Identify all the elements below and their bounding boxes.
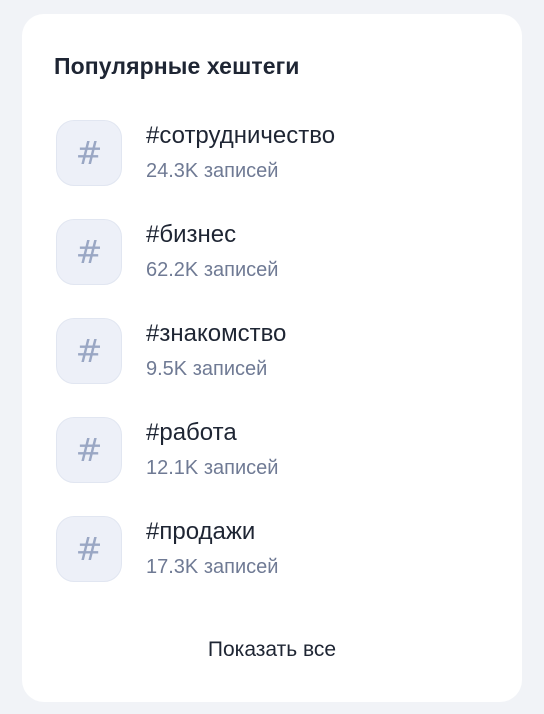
hashtag-post-count: 62.2K записей <box>146 259 279 281</box>
popular-hashtags-card: Популярные хештеги # #сотрудничество 24.… <box>22 14 522 702</box>
hashtag-item[interactable]: # #продажи 17.3K записей <box>54 516 522 582</box>
hashtag-icon: # <box>56 318 122 384</box>
hash-glyph: # <box>75 233 103 271</box>
hash-glyph: # <box>75 530 103 568</box>
hash-glyph: # <box>75 431 103 469</box>
show-all-button[interactable]: Показать все <box>22 636 522 664</box>
hashtag-item[interactable]: # #работа 12.1K записей <box>54 417 522 483</box>
hashtag-icon: # <box>56 219 122 285</box>
hashtag-label: #знакомство <box>146 320 287 347</box>
hashtag-post-count: 24.3K записей <box>146 160 279 182</box>
hashtag-icon: # <box>56 516 122 582</box>
hashtag-post-count: 17.3K записей <box>146 556 279 578</box>
hashtag-post-count: 12.1K записей <box>146 457 279 479</box>
hash-glyph: # <box>75 332 103 370</box>
hashtag-item[interactable]: # #сотрудничество 24.3K записей <box>54 120 522 186</box>
hashtag-label: #работа <box>146 419 237 446</box>
hashtag-post-count: 9.5K записей <box>146 358 268 380</box>
hashtag-label: #продажи <box>146 518 256 545</box>
hashtag-label: #сотрудничество <box>146 122 336 149</box>
hash-glyph: # <box>75 134 103 172</box>
hashtag-list: # #сотрудничество 24.3K записей # #бизне… <box>54 120 522 582</box>
hashtag-item[interactable]: # #знакомство 9.5K записей <box>54 318 522 384</box>
hashtag-icon: # <box>56 417 122 483</box>
hashtag-icon: # <box>56 120 122 186</box>
hashtag-label: #бизнес <box>146 221 237 248</box>
hashtag-item[interactable]: # #бизнес 62.2K записей <box>54 219 522 285</box>
card-title: Популярные хештеги <box>54 53 300 79</box>
